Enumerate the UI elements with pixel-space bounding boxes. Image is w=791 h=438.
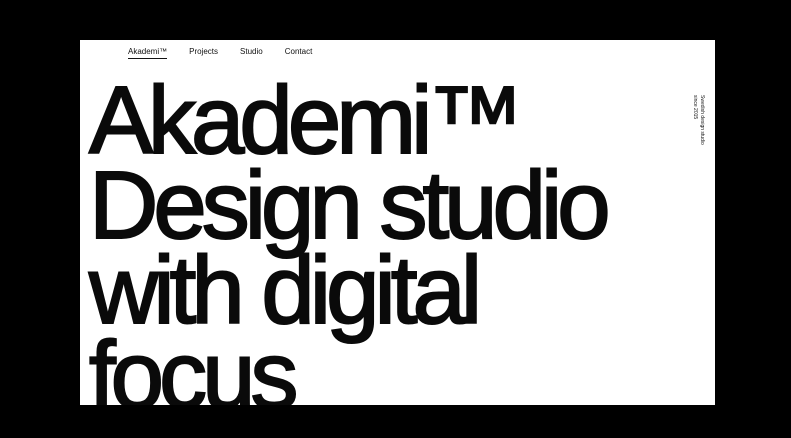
page-canvas: Akademi™ Projects Studio Contact Swedish… <box>80 40 715 405</box>
side-note: Swedish design studio since 2015 <box>691 95 705 145</box>
hero-line-1: Akademi™ <box>88 67 524 174</box>
nav-item-studio[interactable]: Studio <box>240 47 263 59</box>
hero-heading: Akademi™ Design studio with digital focu… <box>88 67 612 406</box>
nav-item-projects[interactable]: Projects <box>189 47 218 59</box>
side-note-line-1: Swedish design studio <box>699 95 705 145</box>
nav-item-akademi[interactable]: Akademi™ <box>128 47 168 59</box>
hero-line-2: Design studio <box>88 152 612 259</box>
hero-line-3: with digital <box>88 237 483 344</box>
main-nav: Akademi™ Projects Studio Contact <box>128 47 312 59</box>
side-note-line-2: since 2015 <box>692 95 698 120</box>
nav-item-contact[interactable]: Contact <box>285 47 313 59</box>
